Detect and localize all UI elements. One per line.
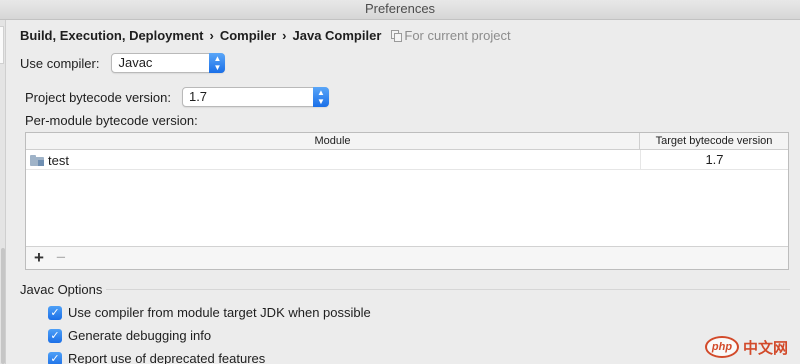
breadcrumb-build-execution-deployment[interactable]: Build, Execution, Deployment [20, 28, 203, 43]
chevron-up-down-icon: ▲ ▼ [209, 53, 226, 73]
watermark-text: 中文网 [743, 339, 789, 357]
option-generate-debug-info[interactable]: ✓ Generate debugging info [48, 328, 211, 343]
breadcrumb: Build, Execution, Deployment › Compiler … [20, 26, 511, 44]
option-use-module-target-jdk[interactable]: ✓ Use compiler from module target JDK wh… [48, 305, 371, 320]
module-folder-icon [30, 154, 44, 166]
use-compiler-label: Use compiler: [20, 55, 100, 71]
breadcrumb-java-compiler: Java Compiler [292, 27, 382, 43]
project-bytecode-select[interactable]: 1.7 ▲ ▼ [181, 87, 329, 107]
column-header-module[interactable]: Module [26, 133, 640, 150]
use-compiler-row: Use compiler: Javac ▲ ▼ [20, 53, 226, 73]
option-report-deprecated[interactable]: ✓ Report use of deprecated features [48, 351, 265, 364]
tree-scrollbar[interactable] [1, 248, 5, 364]
php-logo-icon: php [705, 336, 739, 358]
breadcrumb-compiler[interactable]: Compiler [220, 28, 276, 43]
breadcrumb-separator: › [209, 27, 214, 43]
project-bytecode-row: Project bytecode version: 1.7 ▲ ▼ [25, 87, 329, 107]
project-scope-label: For current project [404, 27, 511, 43]
window-title: Preferences [0, 0, 800, 20]
add-module-button[interactable]: + [30, 249, 48, 267]
per-module-label: Per-module bytecode version: [25, 113, 198, 128]
javac-options-title: Javac Options [20, 282, 103, 297]
option-label: Report use of deprecated features [68, 351, 266, 364]
checkbox-checked-icon[interactable]: ✓ [48, 351, 62, 364]
column-header-target-bytecode[interactable]: Target bytecode version [640, 133, 788, 150]
target-bytecode-cell[interactable]: 1.7 [640, 150, 788, 170]
table-row[interactable]: test 1.7 [26, 150, 788, 170]
module-name: test [48, 152, 69, 168]
checkbox-checked-icon[interactable]: ✓ [48, 305, 62, 320]
settings-tree-edge [0, 20, 6, 364]
selected-tree-item-edge[interactable] [0, 26, 4, 64]
per-module-row: Per-module bytecode version: [25, 113, 198, 128]
remove-module-button[interactable]: − [52, 249, 70, 267]
copy-project-icon [391, 30, 403, 42]
project-bytecode-value: 1.7 [188, 89, 208, 104]
use-compiler-value: Javac [118, 55, 153, 70]
module-cell: test [30, 150, 69, 170]
project-bytecode-label: Project bytecode version: [25, 89, 171, 105]
use-compiler-select[interactable]: Javac ▲ ▼ [111, 53, 226, 73]
table-toolbar: + − [26, 246, 788, 269]
module-bytecode-table: Module Target bytecode version test 1.7 … [25, 132, 789, 270]
option-label: Use compiler from module target JDK when… [68, 305, 371, 320]
table-header: Module Target bytecode version [26, 133, 788, 150]
section-divider [106, 289, 790, 290]
site-watermark: php 中文网 [705, 334, 788, 360]
checkbox-checked-icon[interactable]: ✓ [48, 328, 62, 343]
breadcrumb-separator: › [282, 27, 287, 43]
project-scope-indicator: For current project [391, 27, 511, 43]
option-label: Generate debugging info [68, 328, 212, 343]
chevron-up-down-icon: ▲ ▼ [312, 87, 329, 107]
